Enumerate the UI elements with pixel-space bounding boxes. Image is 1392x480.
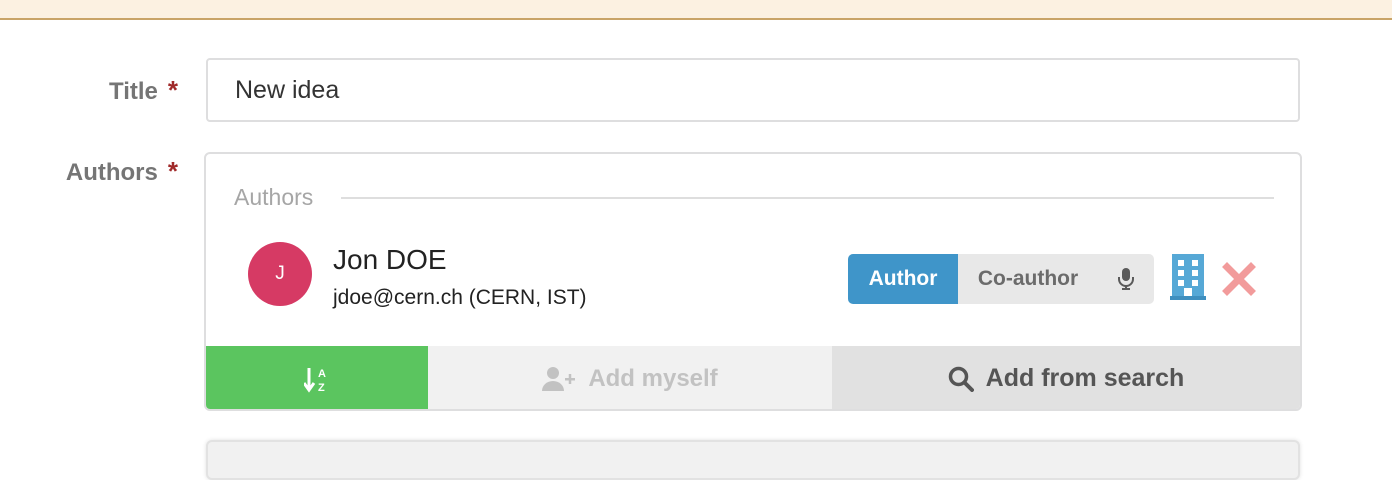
sort-button[interactable]: A Z [206,346,428,409]
svg-text:A: A [318,368,326,380]
title-label: Title * [109,75,178,106]
section-divider [341,196,1274,199]
top-banner [0,0,1392,20]
add-from-search-label: Add from search [985,364,1185,392]
required-marker: * [167,75,178,105]
add-myself-label: Add myself [588,364,718,392]
author-email-affiliation: jdoe@cern.ch (CERN, IST) [333,286,587,309]
coauthor-role-button[interactable]: Co-author [958,254,1098,304]
sort-alpha-icon: A Z [304,367,326,393]
speaker-toggle-button[interactable] [1098,254,1154,304]
authors-label: Authors * [66,156,178,187]
building-icon[interactable] [1170,254,1206,300]
author-row: J Jon DOE jdoe@cern.ch (CERN, IST) Autho… [206,238,1300,318]
role-selector: Author Co-author [848,254,1154,304]
add-from-search-button[interactable]: Add from search [832,346,1300,409]
add-myself-button[interactable]: Add myself [428,346,832,409]
author-role-button[interactable]: Author [848,254,958,304]
search-icon [948,366,974,392]
authors-section-title: Authors [234,184,314,210]
authors-section-header: Authors [234,184,1274,211]
svg-text:Z: Z [318,382,325,393]
title-input[interactable] [206,58,1300,122]
authors-field: Authors J Jon DOE jdoe@cern.ch (CERN, IS… [204,152,1302,411]
add-user-icon [542,366,576,391]
author-actions-bar: A Z Add myself Add from search [206,346,1300,409]
close-icon[interactable] [1222,262,1256,296]
next-field-box [206,440,1300,480]
title-label-text: Title [108,78,158,105]
authors-label-text: Authors [65,159,158,186]
required-marker: * [167,156,178,186]
author-name: Jon DOE [333,244,447,275]
microphone-icon [1118,268,1134,290]
avatar: J [248,242,312,306]
